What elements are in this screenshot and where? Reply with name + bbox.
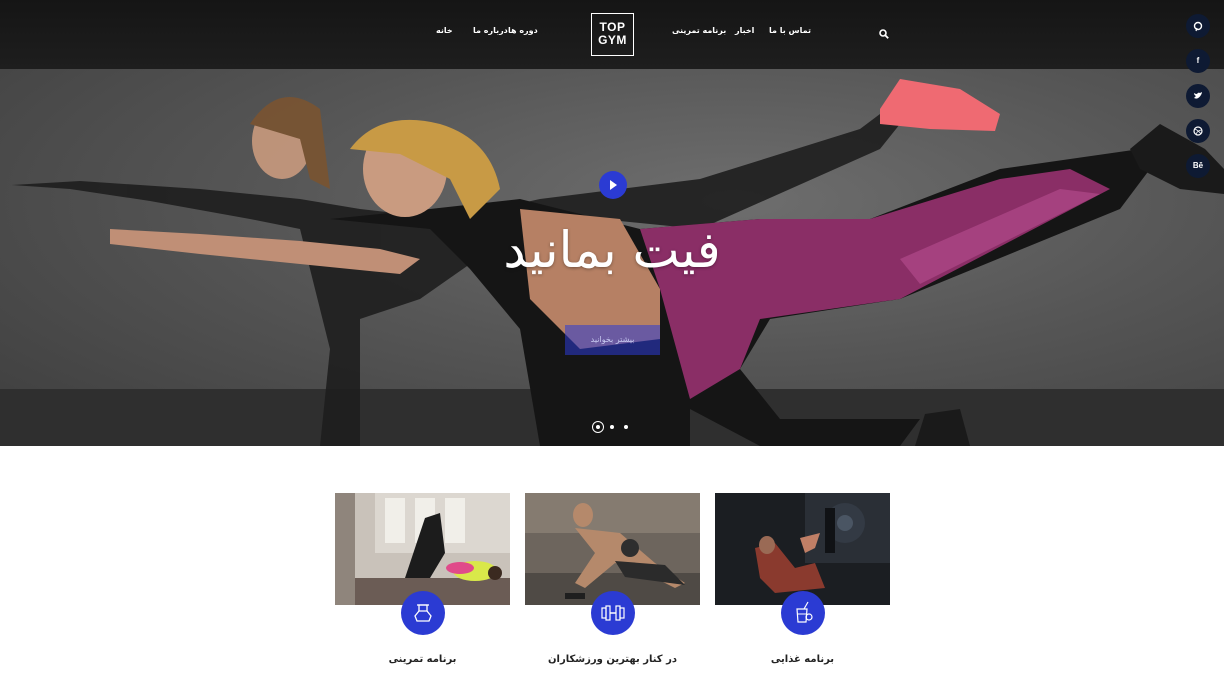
slider-dot-1[interactable] bbox=[592, 421, 604, 433]
read-more-button[interactable]: بیشتر بخوانید bbox=[565, 325, 660, 355]
card-training-program[interactable] bbox=[335, 493, 510, 605]
nav-contact[interactable]: تماس با ما bbox=[769, 26, 811, 35]
card-training-title[interactable]: برنامه تمرینی bbox=[335, 654, 510, 665]
facebook-icon[interactable]: f bbox=[1186, 49, 1210, 73]
floor-shoe bbox=[915, 409, 970, 446]
card-athletes-image bbox=[525, 493, 700, 605]
hero-title: فیت بمانید bbox=[503, 221, 721, 279]
page: خانه درباره ما دوره ها TOP GYM برنامه تم… bbox=[0, 0, 1224, 679]
play-video-button[interactable] bbox=[599, 171, 627, 199]
slider-dot-2[interactable] bbox=[610, 425, 614, 429]
nav-about[interactable]: درباره ما bbox=[473, 26, 508, 35]
hero-slider: فیت بمانید بیشتر بخوانید bbox=[0, 69, 1224, 446]
slider-dot-3[interactable] bbox=[624, 425, 628, 429]
logo[interactable]: TOP GYM bbox=[591, 13, 634, 56]
card-nutrition-program[interactable] bbox=[715, 493, 890, 605]
site-header: خانه درباره ما دوره ها TOP GYM برنامه تم… bbox=[0, 0, 1224, 69]
nav-training-program[interactable]: برنامه تمرینی bbox=[672, 26, 726, 35]
card-best-athletes[interactable] bbox=[525, 493, 700, 605]
nav-news[interactable]: اخبار bbox=[735, 26, 754, 35]
nutrition-icon bbox=[781, 591, 825, 635]
card-training-image bbox=[335, 493, 510, 605]
nav-home[interactable]: خانه bbox=[436, 26, 453, 35]
card-nutrition-title[interactable]: برنامه غذایی bbox=[715, 654, 890, 665]
kettlebell-icon bbox=[401, 591, 445, 635]
card-athletes-title[interactable]: در کنار بهترین ورزشکاران bbox=[525, 654, 700, 665]
card-nutrition-image bbox=[715, 493, 890, 605]
dumbbell-icon bbox=[591, 591, 635, 635]
behance-icon[interactable]: Bē bbox=[1186, 154, 1210, 178]
twitter-icon[interactable] bbox=[1186, 84, 1210, 108]
pinterest-icon[interactable] bbox=[1186, 14, 1210, 38]
pink-shoe bbox=[880, 79, 1000, 131]
logo-line-bottom: GYM bbox=[598, 33, 627, 47]
nav-courses[interactable]: دوره ها bbox=[508, 26, 538, 35]
search-icon[interactable] bbox=[879, 29, 889, 39]
dribbble-icon[interactable] bbox=[1186, 119, 1210, 143]
